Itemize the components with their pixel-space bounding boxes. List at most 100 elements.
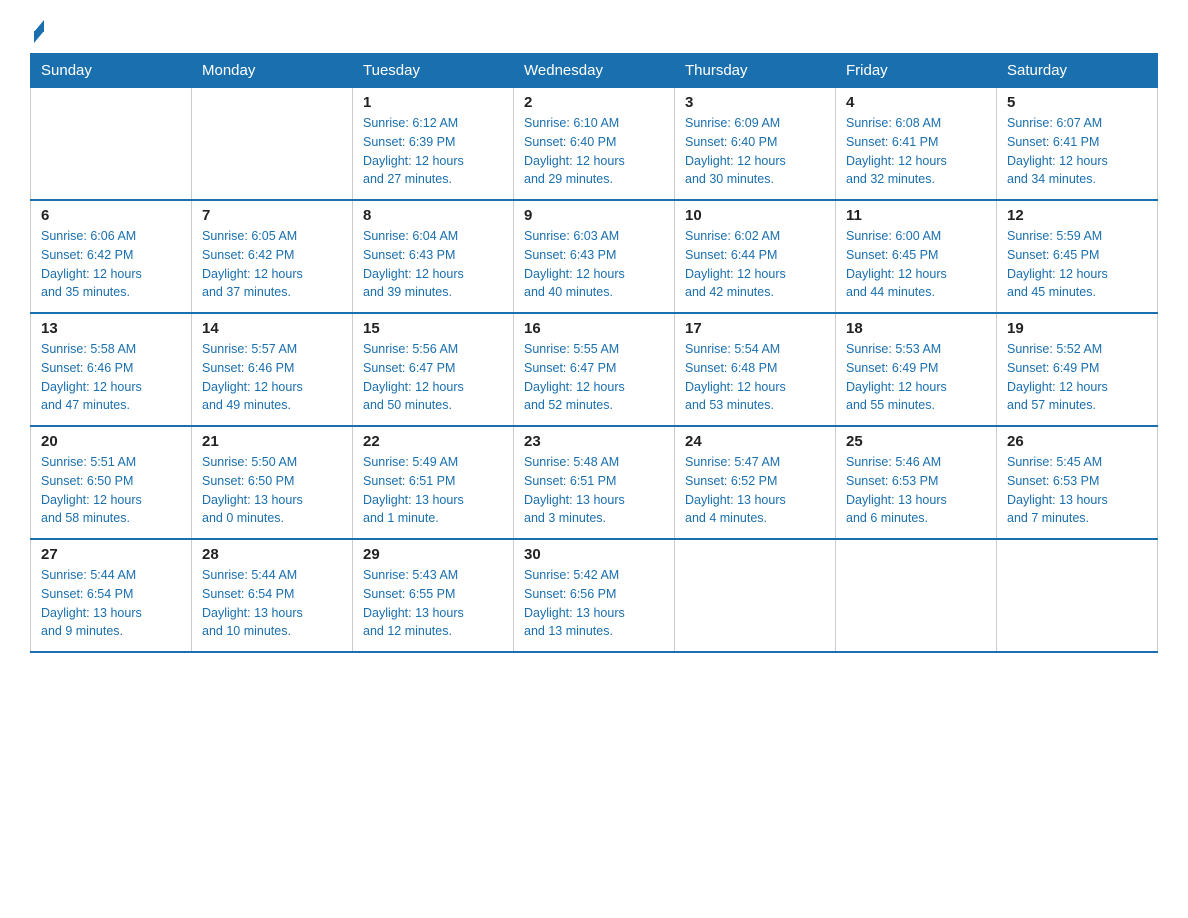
day-number: 20: [41, 433, 181, 450]
day-info: Sunrise: 6:10 AM Sunset: 6:40 PM Dayligh…: [524, 114, 664, 189]
day-number: 22: [363, 433, 503, 450]
day-info: Sunrise: 5:45 AM Sunset: 6:53 PM Dayligh…: [1007, 453, 1147, 528]
day-number: 25: [846, 433, 986, 450]
day-info: Sunrise: 5:58 AM Sunset: 6:46 PM Dayligh…: [41, 340, 181, 415]
day-number: 16: [524, 320, 664, 337]
day-number: 2: [524, 94, 664, 111]
day-number: 24: [685, 433, 825, 450]
day-number: 12: [1007, 207, 1147, 224]
calendar-table: SundayMondayTuesdayWednesdayThursdayFrid…: [30, 53, 1158, 653]
calendar-cell: 19Sunrise: 5:52 AM Sunset: 6:49 PM Dayli…: [997, 313, 1158, 426]
day-info: Sunrise: 6:04 AM Sunset: 6:43 PM Dayligh…: [363, 227, 503, 302]
day-info: Sunrise: 5:54 AM Sunset: 6:48 PM Dayligh…: [685, 340, 825, 415]
day-number: 15: [363, 320, 503, 337]
calendar-cell: [997, 539, 1158, 652]
calendar-cell: 18 Sunrise: 5:53 AM Sunset: 6:49 PM Dayli…: [836, 313, 997, 426]
weekday-header: Wednesday: [514, 54, 675, 88]
calendar-cell: [31, 88, 192, 201]
day-info: Sunrise: 5:47 AM Sunset: 6:52 PM Dayligh…: [685, 453, 825, 528]
day-info: Sunrise: 5:44 AM Sunset: 6:54 PM Dayligh…: [202, 566, 342, 641]
calendar-cell: 24 Sunrise: 5:47 AM Sunset: 6:52 PM Dayli…: [675, 426, 836, 539]
calendar-week-row: 1 Sunrise: 6:12 AM Sunset: 6:39 PM Daylig…: [31, 88, 1158, 201]
calendar-cell: 6 Sunrise: 6:06 AM Sunset: 6:42 PM Daylig…: [31, 200, 192, 313]
day-number: 18: [846, 320, 986, 337]
day-number: 26: [1007, 433, 1147, 450]
day-info: Sunrise: 5:57 AM Sunset: 6:46 PM Dayligh…: [202, 340, 342, 415]
day-number: 29: [363, 546, 503, 563]
weekday-header: Friday: [836, 54, 997, 88]
day-info: Sunrise: 5:49 AM Sunset: 6:51 PM Dayligh…: [363, 453, 503, 528]
day-info: Sunrise: 5:56 AM Sunset: 6:47 PM Dayligh…: [363, 340, 503, 415]
calendar-cell: 13 Sunrise: 5:58 AM Sunset: 6:46 PM Dayli…: [31, 313, 192, 426]
calendar-cell: 7 Sunrise: 6:05 AM Sunset: 6:42 PM Daylig…: [192, 200, 353, 313]
calendar-cell: 14 Sunrise: 5:57 AM Sunset: 6:46 PM Dayli…: [192, 313, 353, 426]
calendar-cell: 25 Sunrise: 5:46 AM Sunset: 6:53 PM Dayli…: [836, 426, 997, 539]
day-info: Sunrise: 5:55 AM Sunset: 6:47 PM Dayligh…: [524, 340, 664, 415]
day-number: 13: [41, 320, 181, 337]
day-info: Sunrise: 5:59 AM Sunset: 6:45 PM Dayligh…: [1007, 227, 1147, 302]
day-number: 14: [202, 320, 342, 337]
weekday-header: Tuesday: [353, 54, 514, 88]
calendar-cell: 22 Sunrise: 5:49 AM Sunset: 6:51 PM Dayli…: [353, 426, 514, 539]
day-number: 6: [41, 207, 181, 224]
day-number: 3: [685, 94, 825, 111]
calendar-cell: 10 Sunrise: 6:02 AM Sunset: 6:44 PM Dayli…: [675, 200, 836, 313]
day-info: Sunrise: 6:00 AM Sunset: 6:45 PM Dayligh…: [846, 227, 986, 302]
day-info: Sunrise: 6:06 AM Sunset: 6:42 PM Dayligh…: [41, 227, 181, 302]
day-number: 27: [41, 546, 181, 563]
calendar-header-row: SundayMondayTuesdayWednesdayThursdayFrid…: [31, 54, 1158, 88]
day-number: 17: [685, 320, 825, 337]
day-info: Sunrise: 5:46 AM Sunset: 6:53 PM Dayligh…: [846, 453, 986, 528]
day-info: Sunrise: 6:12 AM Sunset: 6:39 PM Dayligh…: [363, 114, 503, 189]
day-info: Sunrise: 5:42 AM Sunset: 6:56 PM Dayligh…: [524, 566, 664, 641]
day-number: 4: [846, 94, 986, 111]
calendar-cell: 17 Sunrise: 5:54 AM Sunset: 6:48 PM Dayli…: [675, 313, 836, 426]
day-number: 28: [202, 546, 342, 563]
calendar-cell: 16 Sunrise: 5:55 AM Sunset: 6:47 PM Dayli…: [514, 313, 675, 426]
calendar-cell: 4 Sunrise: 6:08 AM Sunset: 6:41 PM Daylig…: [836, 88, 997, 201]
day-info: Sunrise: 5:43 AM Sunset: 6:55 PM Dayligh…: [363, 566, 503, 641]
day-number: 23: [524, 433, 664, 450]
calendar-cell: 23 Sunrise: 5:48 AM Sunset: 6:51 PM Dayli…: [514, 426, 675, 539]
calendar-week-row: 27 Sunrise: 5:44 AM Sunset: 6:54 PM Dayli…: [31, 539, 1158, 652]
day-number: 7: [202, 207, 342, 224]
day-number: 21: [202, 433, 342, 450]
calendar-cell: 9Sunrise: 6:03 AM Sunset: 6:43 PM Daylig…: [514, 200, 675, 313]
calendar-cell: 27 Sunrise: 5:44 AM Sunset: 6:54 PM Dayli…: [31, 539, 192, 652]
weekday-header: Thursday: [675, 54, 836, 88]
day-number: 10: [685, 207, 825, 224]
logo: [30, 20, 44, 43]
calendar-cell: 8 Sunrise: 6:04 AM Sunset: 6:43 PM Daylig…: [353, 200, 514, 313]
page-header: [30, 20, 1158, 43]
day-info: Sunrise: 5:53 AM Sunset: 6:49 PM Dayligh…: [846, 340, 986, 415]
day-info: Sunrise: 5:44 AM Sunset: 6:54 PM Dayligh…: [41, 566, 181, 641]
day-number: 19: [1007, 320, 1147, 337]
calendar-cell: 30Sunrise: 5:42 AM Sunset: 6:56 PM Dayli…: [514, 539, 675, 652]
calendar-cell: [675, 539, 836, 652]
calendar-week-row: 20Sunrise: 5:51 AM Sunset: 6:50 PM Dayli…: [31, 426, 1158, 539]
day-info: Sunrise: 6:08 AM Sunset: 6:41 PM Dayligh…: [846, 114, 986, 189]
weekday-header: Sunday: [31, 54, 192, 88]
calendar-cell: [836, 539, 997, 652]
calendar-cell: 5 Sunrise: 6:07 AM Sunset: 6:41 PM Daylig…: [997, 88, 1158, 201]
day-info: Sunrise: 6:09 AM Sunset: 6:40 PM Dayligh…: [685, 114, 825, 189]
calendar-cell: 3 Sunrise: 6:09 AM Sunset: 6:40 PM Daylig…: [675, 88, 836, 201]
calendar-week-row: 6 Sunrise: 6:06 AM Sunset: 6:42 PM Daylig…: [31, 200, 1158, 313]
calendar-cell: 1 Sunrise: 6:12 AM Sunset: 6:39 PM Daylig…: [353, 88, 514, 201]
calendar-cell: 26 Sunrise: 5:45 AM Sunset: 6:53 PM Dayli…: [997, 426, 1158, 539]
calendar-cell: 20Sunrise: 5:51 AM Sunset: 6:50 PM Dayli…: [31, 426, 192, 539]
day-info: Sunrise: 5:50 AM Sunset: 6:50 PM Dayligh…: [202, 453, 342, 528]
calendar-cell: 12 Sunrise: 5:59 AM Sunset: 6:45 PM Dayli…: [997, 200, 1158, 313]
day-number: 1: [363, 94, 503, 111]
calendar-cell: [192, 88, 353, 201]
day-number: 8: [363, 207, 503, 224]
day-info: Sunrise: 6:07 AM Sunset: 6:41 PM Dayligh…: [1007, 114, 1147, 189]
day-number: 11: [846, 207, 986, 224]
day-number: 5: [1007, 94, 1147, 111]
calendar-cell: 15 Sunrise: 5:56 AM Sunset: 6:47 PM Dayli…: [353, 313, 514, 426]
day-info: Sunrise: 6:02 AM Sunset: 6:44 PM Dayligh…: [685, 227, 825, 302]
calendar-cell: 2 Sunrise: 6:10 AM Sunset: 6:40 PM Daylig…: [514, 88, 675, 201]
day-info: Sunrise: 6:05 AM Sunset: 6:42 PM Dayligh…: [202, 227, 342, 302]
weekday-header: Monday: [192, 54, 353, 88]
day-info: Sunrise: 5:48 AM Sunset: 6:51 PM Dayligh…: [524, 453, 664, 528]
